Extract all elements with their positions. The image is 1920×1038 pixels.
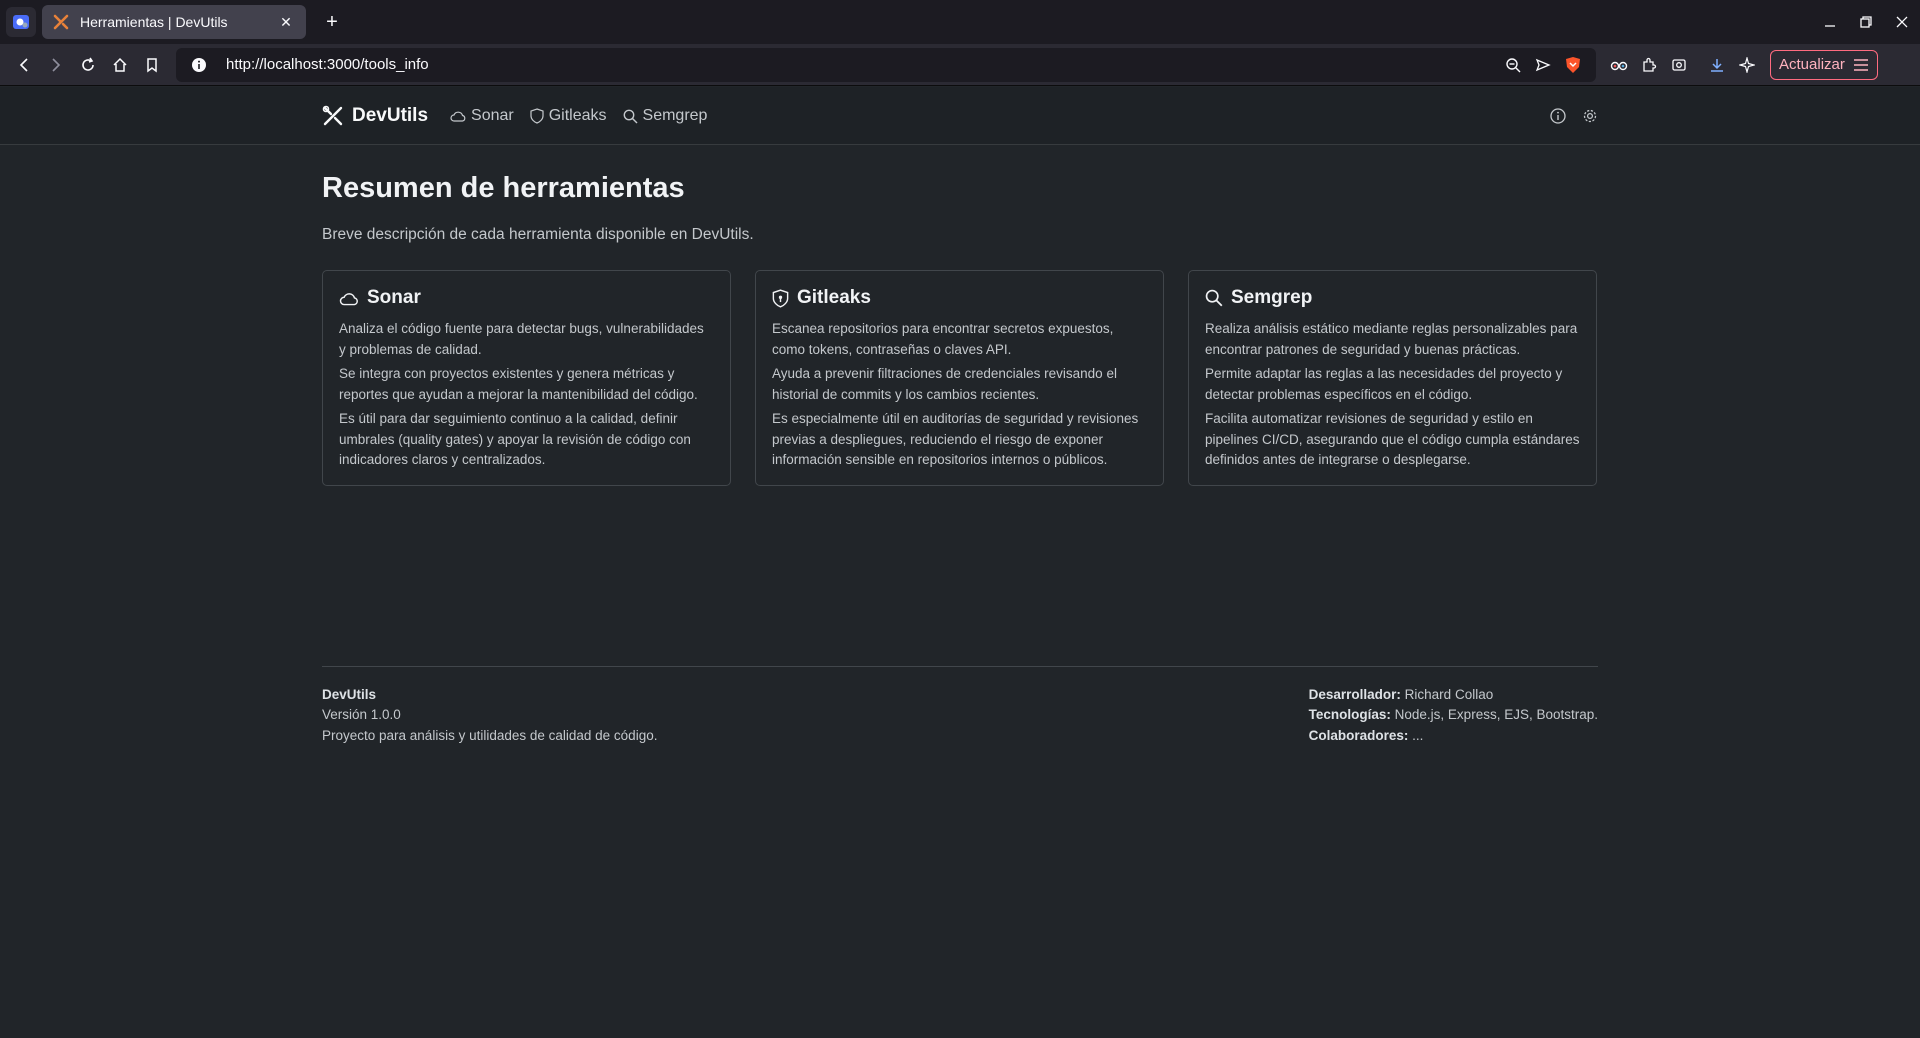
nav-link-label: Semgrep — [642, 107, 708, 124]
page-footer: DevUtils Versión 1.0.0 Proyecto para aná… — [322, 665, 1598, 747]
forward-button[interactable] — [40, 49, 72, 81]
card-title: Semgrep — [1231, 287, 1313, 308]
card-title: Sonar — [367, 287, 421, 308]
arrow-left-icon — [19, 57, 28, 72]
maximize-button[interactable] — [1848, 4, 1884, 40]
back-button[interactable] — [8, 49, 40, 81]
page-lead: Breve descripción de cada herramienta di… — [322, 226, 754, 243]
new-tab-button[interactable]: + — [318, 8, 346, 36]
tool-cards: Sonar Analiza el código fuente para dete… — [322, 270, 1598, 486]
footer-dev-label: Desarrollador: — [1308, 686, 1401, 702]
tools-icon — [322, 105, 343, 126]
minimize-button[interactable] — [1812, 4, 1848, 40]
footer-left: DevUtils Versión 1.0.0 Proyecto para aná… — [322, 685, 657, 747]
address-bar[interactable]: http://localhost:3000/tools_info — [176, 47, 1596, 82]
brave-shield-icon[interactable] — [1558, 50, 1588, 80]
info-circle-icon[interactable] — [1550, 108, 1566, 124]
footer-tech-value: Node.js, Express, EJS, Bootstrap. — [1394, 707, 1598, 722]
glasses-extension-icon[interactable] — [1604, 50, 1634, 80]
brand-link[interactable]: DevUtils — [322, 105, 428, 127]
search-icon — [1205, 289, 1223, 307]
gear-icon[interactable] — [1582, 108, 1598, 124]
search-icon — [623, 109, 638, 124]
card-paragraph: Permite adaptar las reglas a las necesid… — [1205, 366, 1563, 402]
browser-tabbar: Herramientas | DevUtils ✕ + — [0, 0, 1920, 44]
nav-link-label: Gitleaks — [548, 107, 607, 124]
home-button[interactable] — [104, 49, 136, 81]
screenshot-icon[interactable] — [1664, 50, 1694, 80]
reload-icon — [82, 57, 94, 71]
card-paragraph: Es especialmente útil en auditorías de s… — [772, 411, 1139, 467]
card-gitleaks: Gitleaks Escanea repositorios para encon… — [755, 270, 1164, 486]
url-text[interactable]: http://localhost:3000/tools_info — [226, 56, 1498, 73]
send-icon[interactable] — [1528, 50, 1558, 80]
brand-name: DevUtils — [352, 105, 429, 126]
cloud-icon — [450, 111, 466, 122]
footer-tech-label: Tecnologías: — [1308, 707, 1391, 722]
card-sonar: Sonar Analiza el código fuente para dete… — [322, 270, 731, 486]
sparkle-icon[interactable] — [1732, 50, 1762, 80]
tools-favicon-icon — [52, 13, 70, 31]
footer-version: Versión 1.0.0 — [322, 707, 401, 722]
card-semgrep: Semgrep Realiza análisis estático median… — [1188, 270, 1597, 486]
browser-toolbar: http://localhost:3000/tools_info Actuali… — [0, 44, 1920, 86]
bookmark-icon — [147, 57, 157, 72]
profile-icon — [13, 15, 29, 29]
bookmark-button[interactable] — [136, 49, 168, 81]
download-icon[interactable] — [1702, 50, 1732, 80]
menu-icon — [1853, 58, 1868, 71]
cloud-icon — [339, 292, 358, 305]
footer-app-name: DevUtils — [322, 686, 377, 702]
app-navbar: DevUtils Sonar Gitleaks Semgrep — [0, 87, 1920, 145]
footer-collab-value: ... — [1412, 727, 1424, 743]
card-paragraph: Analiza el código fuente para detectar b… — [339, 321, 704, 357]
footer-description: Proyecto para análisis y utilidades de c… — [322, 727, 658, 743]
card-paragraph: Es útil para dar seguimiento continuo a … — [339, 411, 691, 467]
info-icon[interactable] — [184, 50, 214, 80]
nav-link-gitleaks[interactable]: Gitleaks — [530, 107, 607, 125]
tab-close-icon[interactable]: ✕ — [276, 12, 296, 32]
card-paragraph: Escanea repositorios para encontrar secr… — [772, 321, 1114, 357]
home-icon — [113, 57, 127, 72]
zoom-out-icon[interactable] — [1498, 50, 1528, 80]
card-paragraph: Ayuda a prevenir filtraciones de credenc… — [772, 366, 1117, 402]
close-icon — [1896, 16, 1908, 28]
shield-icon — [772, 288, 789, 308]
profile-button[interactable] — [6, 7, 36, 37]
footer-dev-value: Richard Collao — [1404, 686, 1494, 702]
tab-title: Herramientas | DevUtils — [80, 14, 228, 30]
extensions-icon[interactable] — [1634, 50, 1664, 80]
card-paragraph: Se integra con proyectos existentes y ge… — [339, 366, 698, 402]
card-paragraph: Realiza análisis estático mediante regla… — [1205, 321, 1578, 357]
main-content: Resumen de herramientas Breve descripció… — [322, 172, 1598, 746]
page-title: Resumen de herramientas — [322, 172, 685, 204]
card-paragraph: Facilita automatizar revisiones de segur… — [1205, 411, 1580, 467]
browser-tab[interactable]: Herramientas | DevUtils ✕ — [42, 5, 306, 39]
reload-button[interactable] — [72, 49, 104, 81]
update-label: Actualizar — [1779, 56, 1845, 73]
card-title: Gitleaks — [797, 287, 871, 308]
close-window-button[interactable] — [1884, 4, 1920, 40]
update-button[interactable]: Actualizar — [1770, 49, 1878, 80]
nav-link-label: Sonar — [471, 107, 514, 124]
nav-link-sonar[interactable]: Sonar — [450, 107, 514, 125]
minimize-icon — [1825, 25, 1835, 27]
web-page: DevUtils Sonar Gitleaks Semgrep Resumen … — [0, 87, 1920, 1038]
nav-link-semgrep[interactable]: Semgrep — [623, 107, 708, 125]
restore-icon — [1860, 16, 1872, 28]
arrow-right-icon — [52, 57, 61, 72]
footer-right: Desarrollador: Richard Collao Tecnología… — [1309, 685, 1598, 747]
shield-icon — [530, 108, 544, 124]
footer-collab-label: Colaboradores: — [1308, 727, 1409, 743]
